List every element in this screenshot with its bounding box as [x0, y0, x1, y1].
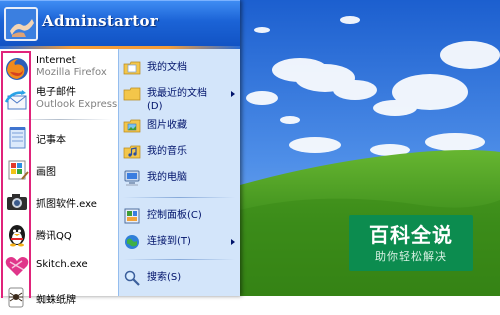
pinned-title: 电子邮件 [36, 87, 76, 98]
pinned-title: Internet [36, 55, 76, 66]
watermark-logo: 百科全说 助你轻松解决 [349, 215, 473, 271]
watermark-title: 百科全说 [369, 223, 453, 247]
my-music-icon [123, 143, 141, 161]
places-pane: 我的文档 我最近的文档 (D) 图片收藏 我的音乐 我的电脑 控制面板(C) 连… [118, 49, 240, 296]
user-avatar[interactable] [4, 7, 38, 41]
place-my-computer[interactable]: 我的电脑 [123, 167, 239, 189]
place-my-pictures[interactable]: 图片收藏 [123, 115, 239, 137]
pinned-subtitle: Outlook Express [36, 99, 118, 110]
highlight-annotation-box [1, 51, 31, 298]
place-my-documents[interactable]: 我的文档 [123, 57, 239, 79]
pinned-subtitle: Mozilla Firefox [36, 67, 107, 78]
submenu-arrow-icon [231, 239, 235, 245]
my-computer-icon [123, 169, 141, 187]
user-name: Adminstartor [42, 12, 159, 30]
program-label: Skitch.exe [36, 259, 88, 270]
place-my-music[interactable]: 我的音乐 [123, 141, 239, 163]
place-label: 我的电脑 [147, 172, 187, 183]
place-label: 控制面板(C) [147, 210, 202, 221]
place-label: 搜索(S) [147, 272, 182, 283]
place-label: 我的音乐 [147, 146, 187, 157]
search-icon [123, 269, 141, 287]
recent-documents-icon [123, 85, 141, 103]
watermark-subtitle: 助你轻松解决 [375, 250, 447, 263]
place-search[interactable]: 搜索(S) [123, 267, 239, 289]
program-label: 腾讯QQ [36, 231, 72, 242]
program-label: 蜘蛛纸牌 [36, 295, 76, 306]
places-separator [123, 259, 235, 260]
place-connect-to[interactable]: 连接到(T) [123, 231, 239, 253]
place-label: 我最近的文档 [147, 88, 207, 99]
program-label: 记事本 [36, 135, 66, 146]
start-menu: Adminstartor Internet Mozilla Firefox 电子… [0, 0, 240, 308]
place-label: 连接到(T) [147, 236, 191, 247]
program-label: 抓图软件.exe [36, 199, 97, 210]
connect-to-icon [123, 233, 141, 251]
place-control-panel[interactable]: 控制面板(C) [123, 205, 239, 227]
start-menu-header: Adminstartor [0, 0, 240, 46]
my-documents-icon [123, 59, 141, 77]
place-recent-documents[interactable]: 我最近的文档 (D) [123, 83, 239, 113]
place-label: 我的文档 [147, 62, 187, 73]
place-label-hotkey: (D) [147, 101, 163, 112]
place-label: 图片收藏 [147, 120, 187, 131]
program-label: 画图 [36, 167, 56, 178]
my-pictures-icon [123, 117, 141, 135]
control-panel-icon [123, 207, 141, 225]
places-separator [123, 197, 235, 198]
submenu-arrow-icon [231, 91, 235, 97]
